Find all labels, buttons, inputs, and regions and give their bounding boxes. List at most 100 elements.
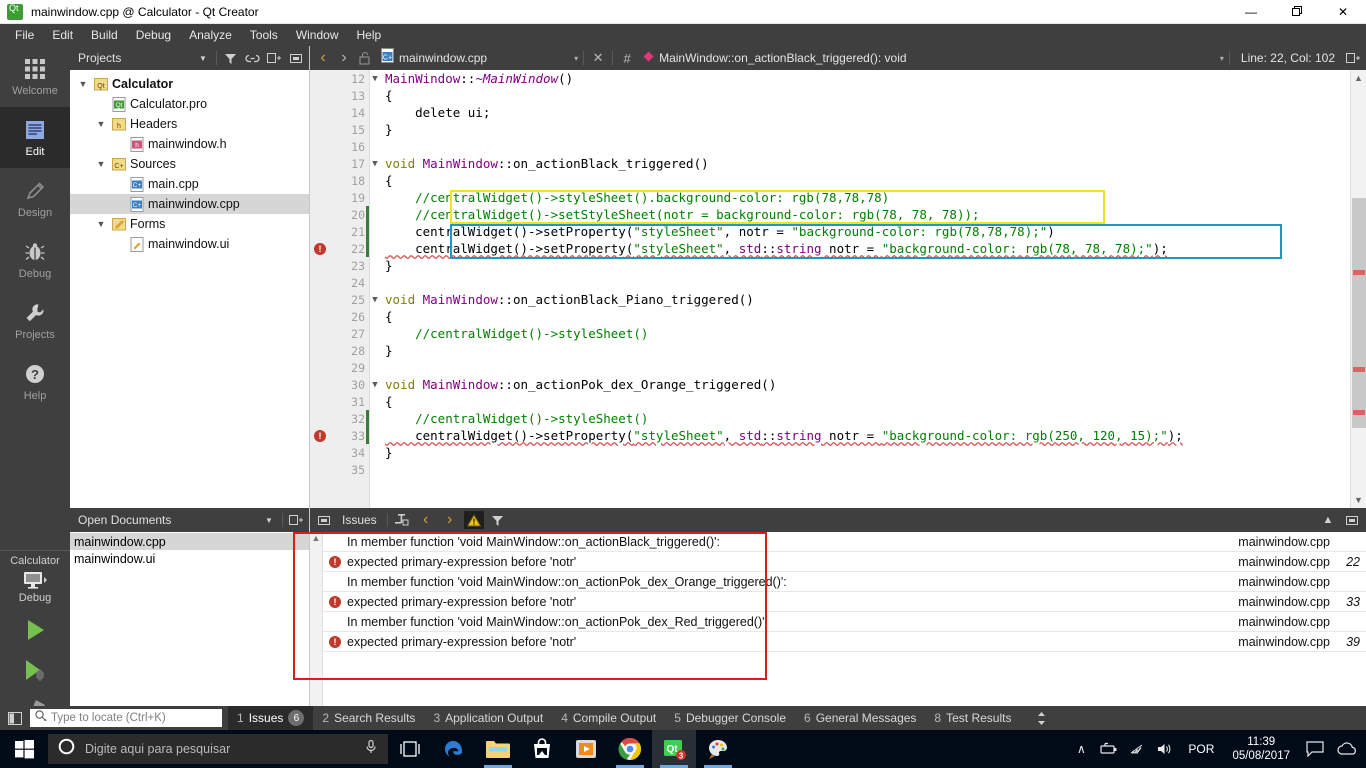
filter-icon[interactable]: [221, 49, 239, 67]
chevron-down-icon[interactable]: ▼: [260, 511, 278, 529]
chrome-icon[interactable]: [608, 730, 652, 768]
error-marker-icon[interactable]: !: [314, 242, 326, 255]
editor-hash-button[interactable]: #: [618, 49, 636, 67]
menu-build[interactable]: Build: [82, 26, 127, 44]
clock[interactable]: 11:39 05/08/2017: [1224, 735, 1298, 763]
collapse-pane-icon[interactable]: ▲: [1318, 511, 1338, 529]
minimize-button[interactable]: —: [1228, 0, 1274, 24]
taskbar-search[interactable]: Digite aqui para pesquisar: [48, 734, 388, 764]
mode-welcome[interactable]: Welcome: [0, 46, 70, 107]
scroll-thumb[interactable]: [1352, 198, 1366, 428]
project-tree-item[interactable]: ▼ C+ Sources: [70, 154, 309, 174]
issues-rows[interactable]: In member function 'void MainWindow::on_…: [323, 532, 1366, 730]
open-documents-list[interactable]: mainwindow.cpp mainwindow.ui: [70, 532, 309, 730]
microphone-icon[interactable]: [364, 739, 388, 760]
project-tree-item[interactable]: Qt Calculator.pro: [70, 94, 309, 114]
output-tab-search-results[interactable]: 2 Search Results: [313, 706, 424, 730]
editor-scrollbar[interactable]: ▲ ▼: [1350, 70, 1366, 508]
prev-issue-icon[interactable]: ‹: [416, 511, 436, 529]
mode-design[interactable]: Design: [0, 168, 70, 229]
file-explorer-icon[interactable]: [476, 730, 520, 768]
next-issue-icon[interactable]: ›: [440, 511, 460, 529]
start-button[interactable]: [0, 730, 48, 768]
editor-close-button[interactable]: ✕: [589, 49, 607, 67]
issues-list[interactable]: ▲ In member function 'void MainWindow::o…: [310, 532, 1366, 730]
debug-button[interactable]: [0, 650, 70, 690]
scroll-up-arrow[interactable]: ▲: [1351, 70, 1366, 86]
split-icon[interactable]: [287, 511, 305, 529]
kit-selector[interactable]: [22, 569, 48, 591]
project-tree-item[interactable]: h mainwindow.h: [70, 134, 309, 154]
mode-projects[interactable]: Projects: [0, 290, 70, 351]
menu-edit[interactable]: Edit: [43, 26, 82, 44]
sidebar-icon[interactable]: [6, 709, 24, 727]
battery-icon[interactable]: [1096, 730, 1122, 768]
link-icon[interactable]: [243, 49, 261, 67]
chevron-down-icon[interactable]: ▼: [76, 79, 90, 89]
run-button[interactable]: [0, 610, 70, 650]
menu-analyze[interactable]: Analyze: [180, 26, 241, 44]
mode-edit[interactable]: Edit: [0, 107, 70, 168]
action-center-icon[interactable]: [1300, 730, 1330, 768]
project-tree-item[interactable]: ▼ h Headers: [70, 114, 309, 134]
maximize-button[interactable]: [1274, 0, 1320, 24]
show-hidden-icons-button[interactable]: ∧: [1068, 730, 1094, 768]
code-editor[interactable]: 12 ▼ 13 14 15 16 17 ▼ 18 19 20 21 22! 23 24 25 ▼ 26 27 28 29…: [310, 70, 1366, 508]
chevron-down-icon[interactable]: ▼: [94, 119, 108, 129]
project-tree-item[interactable]: ▼ Qt Calculator: [70, 74, 309, 94]
editor-file-dropdown-icon[interactable]: ▾: [574, 54, 578, 63]
output-tab-application-output[interactable]: 3 Application Output: [424, 706, 552, 730]
paint-icon[interactable]: [696, 730, 740, 768]
locator-input[interactable]: Type to locate (Ctrl+K): [30, 709, 222, 727]
output-tab-debugger-console[interactable]: 5 Debugger Console: [665, 706, 795, 730]
edge-icon[interactable]: [432, 730, 476, 768]
expand-icon[interactable]: [392, 511, 412, 529]
split-editor-icon[interactable]: [1344, 49, 1362, 67]
project-tree-item[interactable]: ▼ Forms: [70, 214, 309, 234]
issue-row[interactable]: In member function 'void MainWindow::on_…: [323, 532, 1366, 552]
menu-tools[interactable]: Tools: [241, 26, 287, 44]
close-dock-icon[interactable]: [314, 511, 334, 529]
scroll-up-arrow[interactable]: ▲: [310, 533, 322, 543]
output-tab-general-messages[interactable]: 6 General Messages: [795, 706, 925, 730]
open-document-item[interactable]: mainwindow.cpp: [70, 533, 309, 550]
unlock-icon[interactable]: [356, 49, 374, 67]
editor-file-combo[interactable]: C+ mainwindow.cpp: [377, 48, 491, 68]
scroll-down-arrow[interactable]: ▼: [1351, 492, 1366, 508]
close-button[interactable]: ✕: [1320, 0, 1366, 24]
open-document-item[interactable]: mainwindow.ui: [70, 550, 309, 567]
chevron-down-icon[interactable]: ▼: [94, 159, 108, 169]
output-tab-issues[interactable]: 1 Issues 6: [228, 706, 314, 730]
mode-help[interactable]: ? Help: [0, 351, 70, 412]
volume-icon[interactable]: [1152, 730, 1178, 768]
menu-help[interactable]: Help: [348, 26, 391, 44]
issues-scrollbar[interactable]: ▲: [310, 532, 323, 730]
output-pane-tabs[interactable]: 1 Issues 6 2 Search Results 3 Application Outp…: [228, 706, 1020, 730]
symbol-dropdown-icon[interactable]: ▾: [1220, 54, 1224, 63]
menu-debug[interactable]: Debug: [127, 26, 180, 44]
chevron-down-icon[interactable]: ▼: [194, 49, 212, 67]
nav-forward-button[interactable]: ›: [335, 49, 353, 67]
nav-back-button[interactable]: ‹: [314, 49, 332, 67]
issue-row[interactable]: In member function 'void MainWindow::on_…: [323, 572, 1366, 592]
mode-debug[interactable]: Debug: [0, 229, 70, 290]
issue-row[interactable]: In member function 'void MainWindow::on_…: [323, 612, 1366, 632]
warning-filter-icon[interactable]: [463, 511, 484, 529]
close-dock-icon[interactable]: [287, 49, 305, 67]
issue-row[interactable]: ! expected primary-expression before 'not…: [323, 552, 1366, 572]
project-tree[interactable]: ▼ Qt Calculator Qt Calculator.pro ▼ h Headers h m…: [70, 70, 309, 508]
qt-creator-icon[interactable]: Qt 3: [652, 730, 696, 768]
output-tab-compile-output[interactable]: 4 Compile Output: [552, 706, 665, 730]
project-tree-item[interactable]: mainwindow.ui: [70, 234, 309, 254]
menu-file[interactable]: File: [6, 26, 43, 44]
filter-icon[interactable]: [488, 511, 508, 529]
wifi-icon[interactable]: [1124, 730, 1150, 768]
error-marker-icon[interactable]: !: [314, 429, 326, 442]
editor-gutter[interactable]: 12 ▼ 13 14 15 16 17 ▼ 18 19 20 21 22! 23 24 25 ▼ 26 27 28 29…: [310, 70, 378, 508]
media-player-icon[interactable]: [564, 730, 608, 768]
close-pane-icon[interactable]: [1342, 511, 1362, 529]
issue-row[interactable]: ! expected primary-expression before 'not…: [323, 592, 1366, 612]
split-icon[interactable]: [265, 49, 283, 67]
project-tree-item[interactable]: C+ main.cpp: [70, 174, 309, 194]
onedrive-cloud-icon[interactable]: [1332, 730, 1362, 768]
